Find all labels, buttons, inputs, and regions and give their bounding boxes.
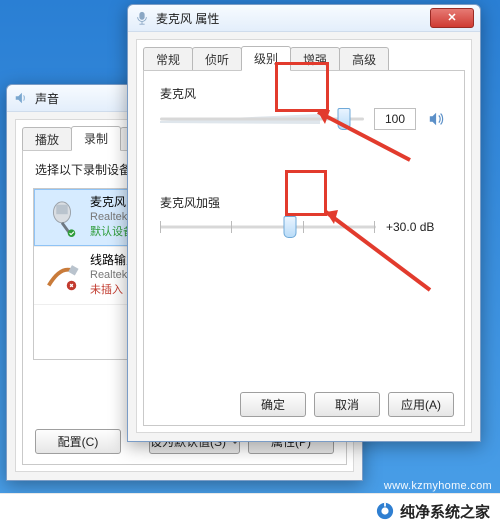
tab-playback[interactable]: 播放	[22, 127, 72, 151]
tab-listen[interactable]: 侦听	[192, 47, 242, 71]
mic-boost-label: 麦克风加强	[160, 194, 448, 211]
ok-button[interactable]: 确定	[240, 392, 306, 417]
close-button[interactable]: ✕	[430, 8, 474, 28]
logo-icon	[376, 502, 394, 520]
mic-tabs: 常规 侦听 级别 增强 高级	[143, 46, 471, 70]
mic-level-label: 麦克风	[160, 85, 448, 102]
mic-body: 常规 侦听 级别 增强 高级 麦克风 100	[136, 39, 472, 433]
slider-thumb[interactable]	[337, 108, 350, 130]
mic-level-row: 100	[160, 108, 448, 130]
mic-title: 麦克风 属性	[156, 10, 430, 27]
configure-button[interactable]: 配置(C)	[35, 429, 121, 454]
mic-titlebar[interactable]: 麦克风 属性 ✕	[128, 5, 480, 32]
line-in-icon	[42, 256, 82, 296]
mic-properties-window: 麦克风 属性 ✕ 常规 侦听 级别 增强 高级 麦克风	[127, 4, 481, 442]
levels-panel: 麦克风 100 麦克风加强	[143, 70, 465, 426]
microphone-icon	[42, 198, 82, 238]
desktop: 声音 播放 录制 声音 选择以下录制设备来修改 麦克风 Realtek	[0, 0, 500, 528]
mic-boost-section: 麦克风加强 +30.0 dB	[144, 180, 464, 237]
watermark-text: 纯净系统之家	[400, 501, 490, 522]
tab-recording[interactable]: 录制	[71, 126, 121, 151]
speaker-icon	[13, 90, 29, 106]
apply-button[interactable]: 应用(A)	[388, 392, 454, 417]
tab-advanced[interactable]: 高级	[339, 47, 389, 71]
mic-level-slider[interactable]	[160, 109, 364, 129]
mic-level-section: 麦克风 100	[144, 71, 464, 130]
mic-level-value: 100	[374, 108, 416, 130]
watermark-url: www.kzmyhome.com	[384, 480, 492, 492]
close-icon: ✕	[447, 13, 456, 24]
mic-buttons: 确定 取消 应用(A)	[240, 392, 454, 417]
mic-boost-slider[interactable]	[160, 217, 376, 237]
volume-icon[interactable]	[426, 108, 448, 130]
microphone-icon	[134, 10, 150, 26]
mic-boost-value: +30.0 dB	[386, 220, 448, 234]
cancel-button[interactable]: 取消	[314, 392, 380, 417]
tab-general[interactable]: 常规	[143, 47, 193, 71]
slider-thumb[interactable]	[283, 216, 296, 238]
watermark-bar: 纯净系统之家	[0, 493, 500, 528]
slider-track-line	[160, 226, 376, 229]
slider-track-line	[160, 118, 364, 121]
tab-levels[interactable]: 级别	[241, 46, 291, 71]
mic-boost-row: +30.0 dB	[160, 217, 448, 237]
tab-enhance[interactable]: 增强	[290, 47, 340, 71]
